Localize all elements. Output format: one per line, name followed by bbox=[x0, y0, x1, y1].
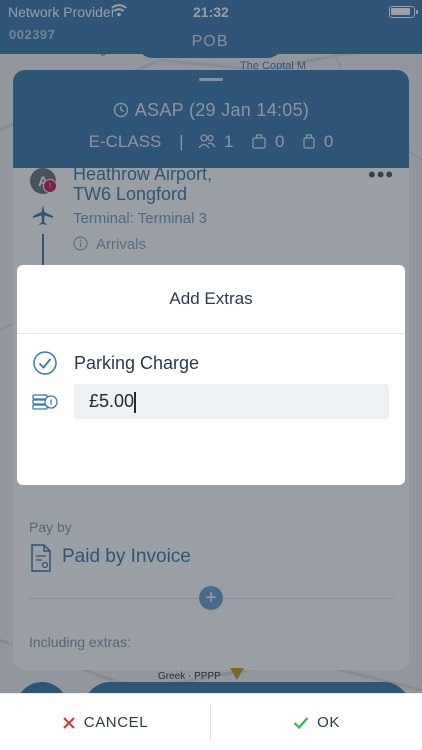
dialog-title: Add Extras bbox=[169, 289, 253, 308]
divider bbox=[17, 333, 405, 334]
cancel-button[interactable]: CANCEL bbox=[0, 694, 210, 750]
text-caret bbox=[134, 392, 136, 413]
cash-icon bbox=[32, 394, 58, 410]
check-circle-icon[interactable] bbox=[33, 351, 57, 375]
amount-input[interactable] bbox=[74, 384, 389, 419]
add-extras-dialog: Add Extras Parking Charge bbox=[17, 265, 405, 485]
checkmark-icon bbox=[293, 716, 309, 729]
extra-name: Parking Charge bbox=[74, 353, 200, 373]
cancel-label: CANCEL bbox=[83, 714, 149, 731]
dialog-action-bar: CANCEL OK bbox=[0, 693, 422, 750]
ok-button[interactable]: OK bbox=[211, 694, 422, 750]
close-icon bbox=[63, 716, 75, 729]
ok-label: OK bbox=[317, 714, 340, 731]
